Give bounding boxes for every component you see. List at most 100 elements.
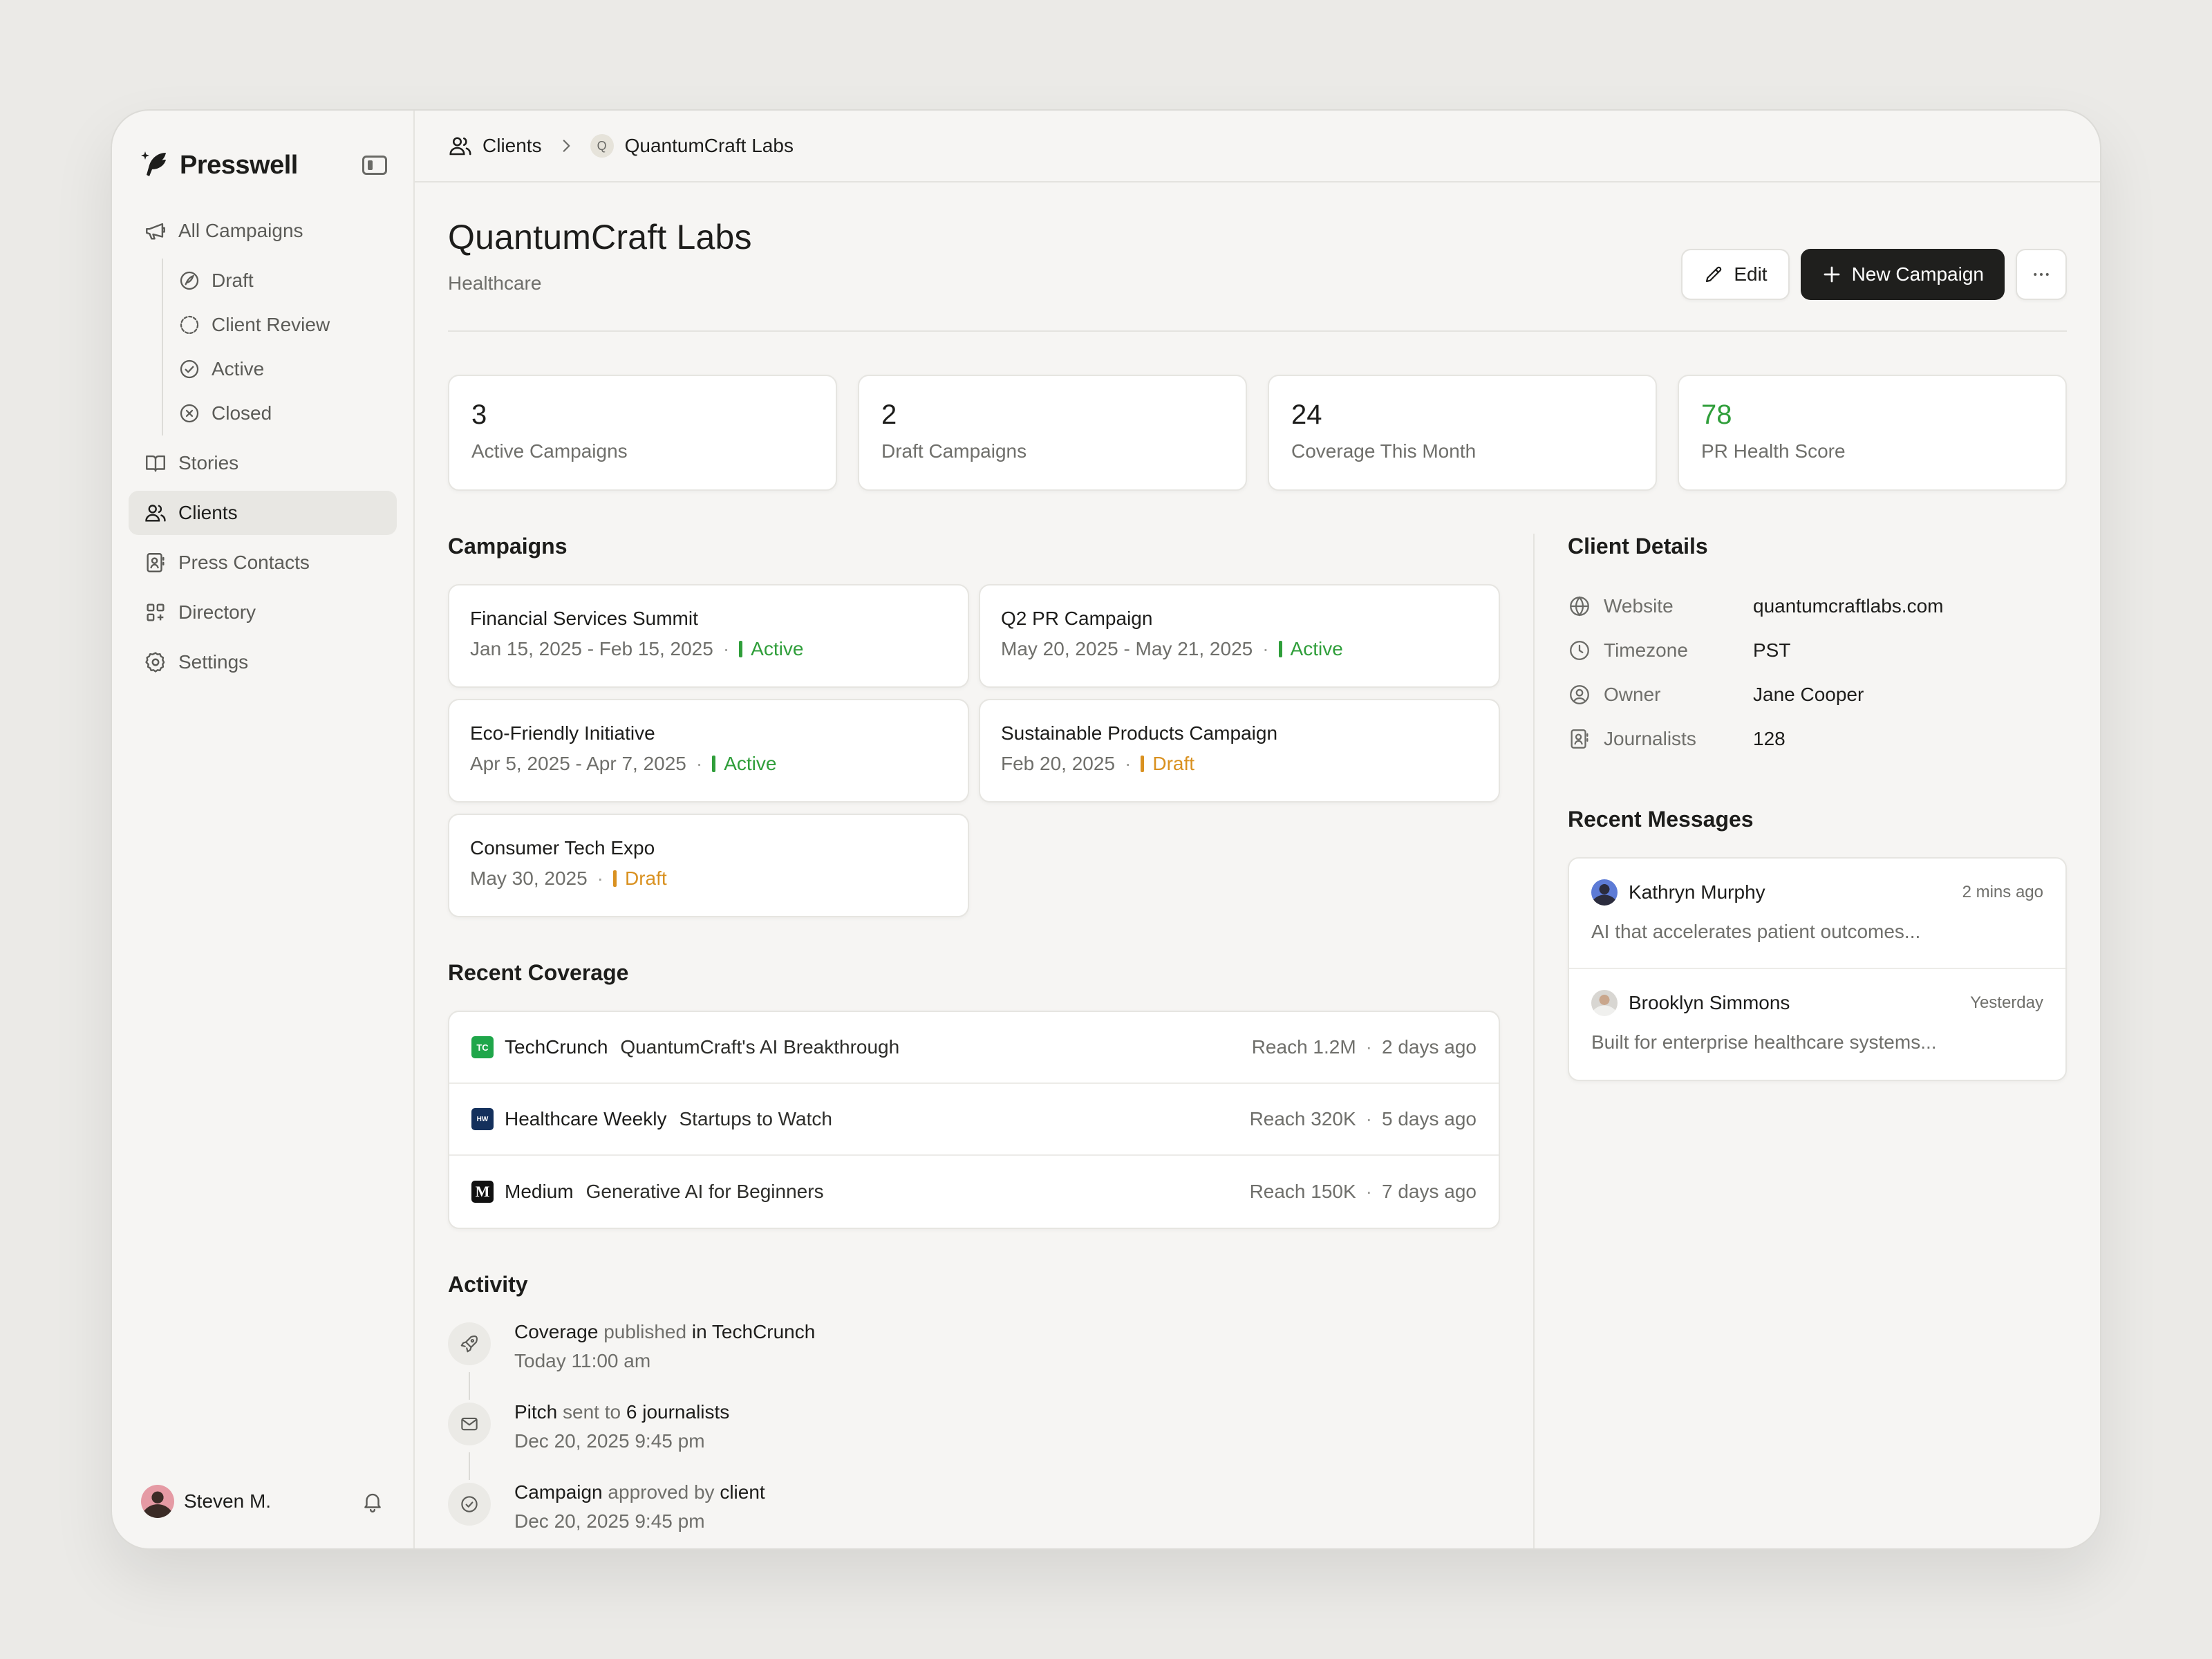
coverage-headline: QuantumCraft's AI Breakthrough xyxy=(620,1036,900,1058)
sidebar-item-client-review[interactable]: Client Review xyxy=(178,303,397,347)
stat-value: 3 xyxy=(471,400,487,430)
sidebar-item-settings[interactable]: Settings xyxy=(129,640,397,684)
coverage-reach: Reach 320K xyxy=(1249,1108,1356,1130)
rocket-icon xyxy=(460,1335,478,1353)
sidebar-item-label: Closed xyxy=(212,402,272,424)
detail-row-timezone: Timezone PST xyxy=(1568,628,2067,673)
new-campaign-button-label: New Campaign xyxy=(1851,263,1984,285)
separator-dot: · xyxy=(722,638,730,659)
sidebar-item-label: Draft xyxy=(212,270,254,291)
coverage-time: 2 days ago xyxy=(1382,1036,1477,1058)
sidebar-item-all-campaigns[interactable]: All Campaigns xyxy=(129,209,397,253)
sidebar-item-clients[interactable]: Clients xyxy=(129,491,397,535)
detail-label: Website xyxy=(1604,595,1674,617)
activity-item: Pitch sent to 6 journalists Dec 20, 2025… xyxy=(448,1401,1500,1483)
message-preview: Built for enterprise healthcare systems.… xyxy=(1591,1031,1937,1053)
techcrunch-logo-icon: TC xyxy=(471,1036,494,1058)
coverage-headline: Startups to Watch xyxy=(679,1108,832,1130)
detail-label: Owner xyxy=(1604,684,1661,705)
sidebar-item-directory[interactable]: Directory xyxy=(129,590,397,635)
user-name: Steven M. xyxy=(184,1490,272,1512)
sidebar-item-active[interactable]: Active xyxy=(178,347,397,391)
clock-icon xyxy=(1570,641,1589,660)
sidebar-item-closed[interactable]: Closed xyxy=(178,391,397,435)
activity-object: client xyxy=(720,1481,765,1503)
breadcrumb-clients-link[interactable]: Clients xyxy=(482,135,542,157)
separator-dot: · xyxy=(1365,1181,1372,1202)
sidebar-item-label: Clients xyxy=(178,502,238,523)
edit-button[interactable]: Edit xyxy=(1681,249,1790,300)
coverage-row[interactable]: TC TechCrunch QuantumCraft's AI Breakthr… xyxy=(449,1012,1499,1084)
stat-value: 24 xyxy=(1291,400,1322,430)
gear-icon xyxy=(145,652,165,673)
recent-coverage-heading: Recent Coverage xyxy=(448,960,629,985)
status-badge: Active xyxy=(1279,638,1343,660)
stat-label: Active Campaigns xyxy=(471,440,628,462)
activity-time: Dec 20, 2025 9:45 pm xyxy=(514,1430,705,1452)
campaign-name: Sustainable Products Campaign xyxy=(1001,722,1278,744)
sidebar-item-label: Settings xyxy=(178,651,249,673)
campaign-card[interactable]: Sustainable Products Campaign Feb 20, 20… xyxy=(979,699,1500,803)
timeline-connector xyxy=(469,1372,470,1400)
campaign-grid: Financial Services Summit Jan 15, 2025 -… xyxy=(448,584,1500,917)
activity-object: 6 journalists xyxy=(626,1401,730,1423)
grid-icon xyxy=(147,603,165,621)
coverage-row[interactable]: M Medium Generative AI for Beginners Rea… xyxy=(449,1156,1499,1228)
bell-icon[interactable] xyxy=(361,1490,384,1513)
campaign-card[interactable]: Consumer Tech Expo May 30, 2025 · Draft xyxy=(448,814,969,917)
user-menu[interactable]: Steven M. xyxy=(141,1482,384,1521)
detail-row-journalists: Journalists 128 xyxy=(1568,717,2067,761)
message-item[interactable]: Brooklyn Simmons Yesterday Built for ent… xyxy=(1569,969,2065,1080)
medium-logo-icon: M xyxy=(471,1181,494,1203)
activity-prep: to xyxy=(604,1401,621,1423)
avatar xyxy=(1591,879,1618,906)
stat-pr-health-score: 78 PR Health Score xyxy=(1678,375,2067,491)
new-campaign-button[interactable]: New Campaign xyxy=(1800,249,2005,300)
page-content: QuantumCraft Labs Healthcare Edit New Ca… xyxy=(415,182,2100,1548)
clock-dashed-icon xyxy=(180,315,199,335)
client-industry: Healthcare xyxy=(448,272,542,294)
message-sender: Brooklyn Simmons xyxy=(1629,992,1790,1013)
campaign-name: Q2 PR Campaign xyxy=(1001,608,1153,629)
outlet-name: Medium xyxy=(505,1181,574,1202)
breadcrumb: Clients Q QuantumCraft Labs xyxy=(415,111,2100,182)
activity-prep: in xyxy=(691,1321,707,1342)
mail-icon xyxy=(461,1417,478,1431)
campaign-dates: May 20, 2025 - May 21, 2025 xyxy=(1001,638,1253,659)
separator-dot: · xyxy=(1262,638,1269,659)
sidebar-item-label: Directory xyxy=(178,601,256,623)
contact-book-icon xyxy=(1571,729,1588,749)
message-item[interactable]: Kathryn Murphy 2 mins ago AI that accele… xyxy=(1569,859,2065,969)
coverage-row[interactable]: HW Healthcare Weekly Startups to Watch R… xyxy=(449,1084,1499,1156)
more-options-button[interactable] xyxy=(2016,249,2067,300)
globe-icon xyxy=(1570,596,1589,617)
sidebar-item-draft[interactable]: Draft xyxy=(178,259,397,303)
sidebar-item-label: Stories xyxy=(178,452,239,474)
website-link[interactable]: quantumcraftlabs.com xyxy=(1753,595,1943,617)
campaign-dates: Apr 5, 2025 - Apr 7, 2025 xyxy=(470,753,686,774)
stat-label: Draft Campaigns xyxy=(881,440,1027,462)
sidebar-item-stories[interactable]: Stories xyxy=(129,441,397,485)
plus-icon xyxy=(1824,266,1839,283)
activity-verb: approved xyxy=(608,1481,689,1503)
stat-label: PR Health Score xyxy=(1701,440,1846,462)
activity-icon-wrap xyxy=(448,1483,491,1526)
sidebar-item-press-contacts[interactable]: Press Contacts xyxy=(129,541,397,585)
stats-row: 3 Active Campaigns 2 Draft Campaigns 24 … xyxy=(448,375,2067,491)
sidebar-item-label: Active xyxy=(212,358,265,379)
campaign-card[interactable]: Eco-Friendly Initiative Apr 5, 2025 - Ap… xyxy=(448,699,969,803)
x-circle-icon xyxy=(180,404,199,423)
messages-list: Kathryn Murphy 2 mins ago AI that accele… xyxy=(1568,857,2067,1081)
stat-coverage-month: 24 Coverage This Month xyxy=(1268,375,1657,491)
megaphone-icon xyxy=(146,223,165,240)
sidebar-item-label: Press Contacts xyxy=(178,552,310,573)
sidebar-toggle-icon[interactable] xyxy=(362,156,387,175)
campaign-card[interactable]: Financial Services Summit Jan 15, 2025 -… xyxy=(448,584,969,688)
activity-item: Campaign approved by client Dec 20, 2025… xyxy=(448,1481,1500,1548)
campaign-dates: Feb 20, 2025 xyxy=(1001,753,1116,774)
status-badge: Draft xyxy=(1141,753,1194,775)
stat-active-campaigns: 3 Active Campaigns xyxy=(448,375,837,491)
message-time: 2 mins ago xyxy=(1962,883,2043,901)
coverage-headline: Generative AI for Beginners xyxy=(585,1181,824,1202)
campaign-card[interactable]: Q2 PR Campaign May 20, 2025 - May 21, 20… xyxy=(979,584,1500,688)
